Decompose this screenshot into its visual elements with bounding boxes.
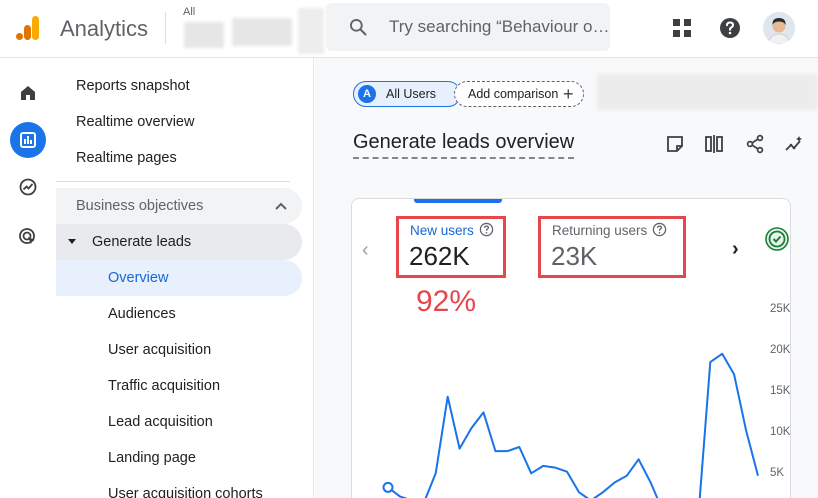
nav-label: Overview	[108, 270, 169, 286]
nav-group-label: Generate leads	[92, 234, 192, 250]
explore-icon	[19, 178, 37, 196]
nav-traffic-acquisition[interactable]: Traffic acquisition	[56, 368, 302, 404]
nav-realtime-overview[interactable]: Realtime overview	[56, 104, 302, 140]
nav-label: Landing page	[108, 450, 196, 466]
nav-label: Realtime overview	[76, 114, 195, 130]
compare-columns-icon[interactable]	[704, 134, 724, 154]
nav-section-label: Business objectives	[76, 198, 204, 214]
insights-icon[interactable]	[784, 134, 804, 154]
nav-user-acquisition[interactable]: User acquisition	[56, 332, 302, 368]
left-rail	[0, 58, 56, 498]
nav-label: Reports snapshot	[76, 78, 190, 94]
nav-label: User acquisition cohorts	[108, 486, 263, 498]
app-title: Analytics	[60, 16, 149, 41]
nav-group-generate-leads[interactable]: Generate leads	[56, 224, 302, 260]
advertising-icon	[19, 228, 35, 244]
plus-icon: +	[563, 84, 574, 104]
segment-chip-all-users[interactable]: A All Users	[353, 81, 461, 107]
redacted-block	[298, 8, 324, 54]
nav-label: Lead acquisition	[108, 414, 213, 430]
nav-label: Audiences	[108, 306, 176, 322]
top-bar: Analytics All Try searching “Behaviour o…	[0, 0, 818, 58]
home-icon	[21, 86, 35, 100]
rail-advertising[interactable]	[10, 219, 46, 255]
nav-label: User acquisition	[108, 342, 212, 358]
segment-label: All Users	[386, 87, 437, 101]
chevron-up-icon	[275, 202, 287, 210]
nav-audiences[interactable]: Audiences	[56, 296, 302, 332]
search-placeholder: Try searching “Behaviour o…	[389, 17, 610, 36]
metric-card: ‹ New users 262K Returning users 23K › 9…	[351, 198, 791, 498]
rail-reports[interactable]	[10, 122, 46, 158]
apps-grid-icon[interactable]	[672, 18, 692, 38]
nav-reports-snapshot[interactable]: Reports snapshot	[56, 68, 302, 104]
nav-section-business-objectives[interactable]: Business objectives	[56, 188, 302, 224]
reports-icon	[20, 132, 36, 148]
nav-lead-acquisition[interactable]: Lead acquisition	[56, 404, 302, 440]
redacted-block	[232, 18, 292, 46]
line-chart[interactable]	[352, 199, 791, 498]
nav-realtime-pages[interactable]: Realtime pages	[56, 140, 302, 176]
data-point-marker[interactable]	[382, 481, 394, 493]
user-avatar[interactable]	[763, 12, 795, 44]
nav-landing-page[interactable]: Landing page	[56, 440, 302, 476]
series-line	[387, 352, 759, 498]
search-bar[interactable]: Try searching “Behaviour o…	[326, 3, 610, 51]
search-icon	[350, 19, 367, 36]
nav-divider	[56, 181, 290, 182]
nav-label: Traffic acquisition	[108, 378, 221, 394]
top-divider	[165, 12, 166, 44]
note-icon[interactable]	[665, 134, 685, 154]
segment-badge: A	[358, 85, 376, 103]
main-content: A All Users Add comparison + Generate le…	[315, 58, 818, 498]
account-label: All	[183, 6, 196, 18]
add-comparison-label: Add comparison	[468, 87, 559, 101]
rail-explore[interactable]	[10, 169, 46, 205]
page-title: Generate leads overview	[353, 131, 575, 159]
nav-label: Realtime pages	[76, 150, 177, 166]
redacted-block	[597, 74, 818, 110]
add-comparison-button[interactable]: Add comparison +	[454, 81, 584, 107]
account-selector[interactable]: All	[180, 4, 326, 54]
nav-user-acquisition-cohorts[interactable]: User acquisition cohorts	[56, 476, 302, 498]
share-icon[interactable]	[745, 134, 765, 154]
caret-down-icon	[68, 239, 76, 244]
report-navigation: Reports snapshot Realtime overview Realt…	[56, 58, 314, 498]
nav-overview[interactable]: Overview	[56, 260, 302, 296]
redacted-block	[184, 22, 224, 48]
rail-home[interactable]	[10, 75, 46, 111]
help-icon[interactable]	[719, 17, 741, 39]
analytics-logo[interactable]	[14, 14, 42, 42]
